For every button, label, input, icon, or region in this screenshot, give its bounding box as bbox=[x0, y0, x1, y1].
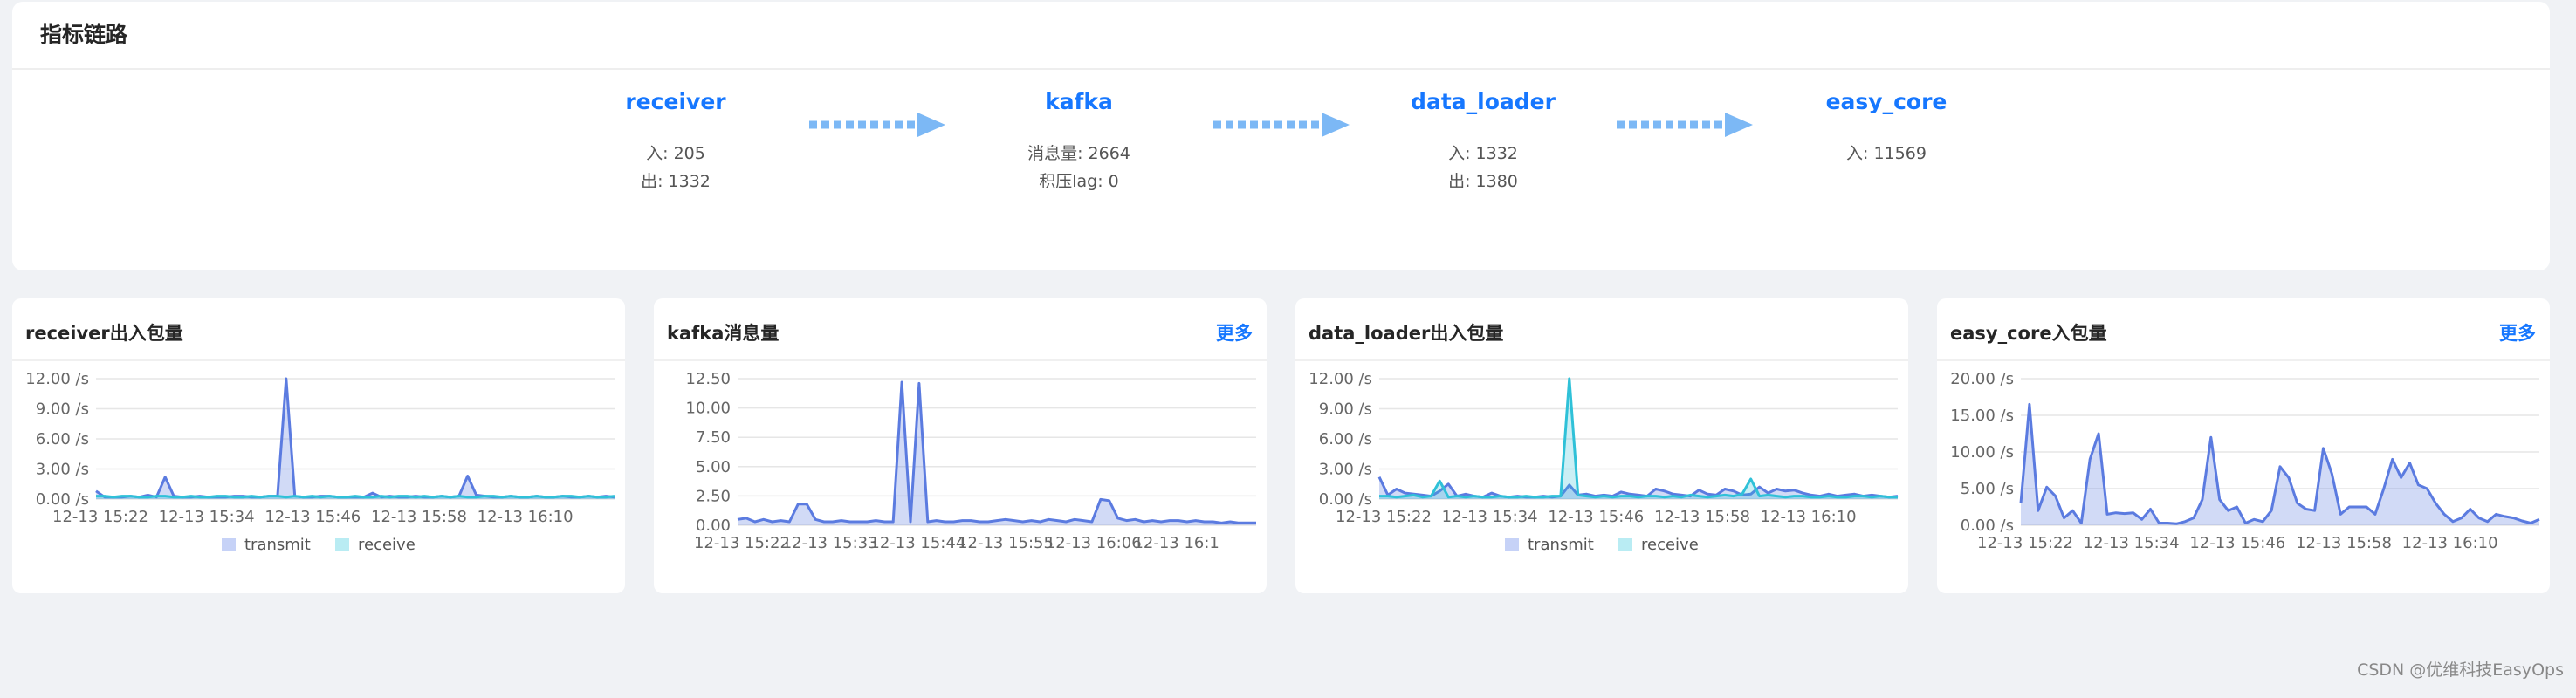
y-tick-label: 9.00 /s bbox=[1319, 400, 1372, 419]
chart-card-kafka: kafka消息量 更多 12.50 10.00 7.50 5.00 2.50 0.00 12… bbox=[654, 298, 1267, 593]
x-tick-label: 12-13 15:34 bbox=[159, 508, 255, 526]
x-tick-label: 12-13 15:44 bbox=[869, 534, 965, 552]
y-tick-label: 3.00 /s bbox=[1319, 461, 1372, 479]
node-data-loader: data_loader 入: 1332 出: 1380 bbox=[1343, 89, 1623, 195]
legend-label: receive bbox=[358, 536, 416, 554]
y-tick-label: 15.00 /s bbox=[1950, 407, 2014, 425]
y-tick-label: 12.00 /s bbox=[1309, 370, 1372, 388]
x-tick-label: 12-13 15:58 bbox=[371, 508, 467, 526]
x-tick-label: 12-13 16:10 bbox=[2402, 534, 2498, 552]
series-area bbox=[738, 382, 1256, 525]
card-title: receiver出入包量 bbox=[25, 323, 183, 344]
x-tick-label: 12-13 15:58 bbox=[1654, 508, 1750, 526]
y-tick-label: 0.00 /s bbox=[36, 490, 89, 509]
x-tick-label: 12-13 15:22 bbox=[1336, 508, 1432, 526]
card-divider bbox=[1295, 359, 1908, 361]
y-tick-label: 5.00 bbox=[696, 458, 731, 476]
node-easy-core: easy_core 入: 11569 bbox=[1747, 89, 2026, 168]
legend-swatch bbox=[1618, 538, 1632, 551]
x-tick-label: 12-13 15:46 bbox=[1548, 508, 1644, 526]
y-tick-label: 20.00 /s bbox=[1950, 370, 2014, 388]
card-title: easy_core入包量 bbox=[1950, 323, 2107, 344]
chart-receiver: 12.00 /s9.00 /s6.00 /s3.00 /s0.00 /s12-1… bbox=[25, 370, 615, 554]
y-tick-label: 0.00 /s bbox=[1961, 517, 2014, 535]
x-tick-label: 12-13 15:34 bbox=[1442, 508, 1538, 526]
legend-label: receive bbox=[1641, 536, 1699, 554]
legend-swatch bbox=[1505, 538, 1519, 551]
more-link[interactable]: 更多 bbox=[2499, 319, 2536, 346]
y-tick-label: 9.00 /s bbox=[36, 400, 89, 419]
y-tick-label: 5.00 /s bbox=[1961, 480, 2014, 498]
x-tick-label: 12-13 15:22 bbox=[694, 534, 790, 552]
legend-label: transmit bbox=[1528, 536, 1594, 554]
node-name-easy-core[interactable]: easy_core bbox=[1747, 89, 2026, 127]
y-tick-label: 12.00 /s bbox=[25, 370, 89, 388]
x-tick-label: 12-13 15:34 bbox=[2084, 534, 2180, 552]
node-easy-core-in: 入: 11569 bbox=[1846, 144, 1927, 163]
link-panel-title: 指标链路 bbox=[40, 22, 128, 47]
series-line bbox=[95, 377, 615, 499]
x-tick-label: 12-13 15:33 bbox=[782, 534, 878, 552]
x-tick-label: 12-13 15:58 bbox=[2296, 534, 2392, 552]
node-name-data-loader[interactable]: data_loader bbox=[1343, 89, 1623, 127]
x-tick-label: 12-13 15:22 bbox=[1977, 534, 2073, 552]
arrow-icon bbox=[809, 113, 945, 137]
arrow-icon bbox=[1617, 113, 1753, 137]
node-name-receiver[interactable]: receiver bbox=[536, 89, 815, 127]
chart-kafka: 12.5010.007.505.002.500.0012-13 15:2212-… bbox=[685, 370, 1256, 552]
card-title: kafka消息量 bbox=[667, 323, 780, 344]
x-tick-label: 12-13 15:46 bbox=[2189, 534, 2285, 552]
card-divider bbox=[1937, 359, 2550, 361]
legend-swatch bbox=[335, 538, 349, 551]
y-tick-label: 2.50 bbox=[696, 487, 731, 505]
series-line bbox=[96, 495, 615, 499]
y-tick-label: 7.50 bbox=[696, 428, 731, 447]
node-receiver: receiver 入: 205 出: 1332 bbox=[536, 89, 815, 195]
x-tick-label: 12-13 16:10 bbox=[1761, 508, 1857, 526]
node-data-loader-in: 入: 1332 bbox=[1448, 144, 1518, 163]
node-receiver-in: 入: 205 bbox=[646, 144, 705, 163]
node-receiver-out: 出: 1332 bbox=[641, 172, 711, 191]
x-tick-label: 12-13 15:55 bbox=[958, 534, 1054, 552]
chart-data-loader: 12.00 /s9.00 /s6.00 /s3.00 /s0.00 /s12-1… bbox=[1309, 370, 1899, 554]
chart-card-easy-core: easy_core入包量 更多 20.00 /s 15.00 /s 10.00 /s… bbox=[1937, 298, 2550, 593]
series-line bbox=[1379, 377, 1898, 499]
card-divider bbox=[12, 359, 625, 361]
x-tick-label: 12-13 15:22 bbox=[52, 508, 148, 526]
node-data-loader-out: 出: 1380 bbox=[1448, 172, 1518, 191]
y-tick-label: 3.00 /s bbox=[36, 461, 89, 479]
link-panel: 指标链路 receiver 入: 205 出: 1332 kafka 消息量: … bbox=[12, 2, 2550, 270]
chart-easy-core: 20.00 /s15.00 /s10.00 /s5.00 /s0.00 /s12… bbox=[1950, 370, 2540, 552]
card-title: data_loader出入包量 bbox=[1309, 323, 1504, 344]
x-tick-label: 12-13 16:06 bbox=[1046, 534, 1142, 552]
y-tick-label: 6.00 /s bbox=[1319, 430, 1372, 448]
y-tick-label: 12.50 bbox=[685, 370, 731, 388]
watermark: CSDN @优维科技EasyOps bbox=[2357, 660, 2564, 680]
node-kafka-lag: 积压lag: 0 bbox=[1039, 172, 1119, 191]
x-tick-label: 12-13 16:10 bbox=[477, 508, 574, 526]
link-panel-divider bbox=[12, 68, 2550, 70]
legend-swatch bbox=[222, 538, 236, 551]
series-line bbox=[737, 380, 1256, 524]
y-tick-label: 0.00 bbox=[696, 517, 731, 535]
y-tick-label: 10.00 bbox=[685, 400, 731, 418]
chart-card-data-loader: data_loader出入包量 12.00 /s 9.00 /s 6.00 /s 3.… bbox=[1295, 298, 1908, 593]
series-line bbox=[1377, 476, 1899, 499]
x-tick-label: 12-13 15:46 bbox=[264, 508, 361, 526]
legend-label: transmit bbox=[244, 536, 311, 554]
y-tick-label: 6.00 /s bbox=[36, 430, 89, 448]
y-tick-label: 0.00 /s bbox=[1319, 490, 1372, 509]
card-divider bbox=[654, 359, 1267, 361]
series-area bbox=[2021, 404, 2539, 525]
node-kafka-messages: 消息量: 2664 bbox=[1027, 144, 1130, 163]
node-kafka: kafka 消息量: 2664 积压lag: 0 bbox=[939, 89, 1219, 195]
chart-card-receiver: receiver出入包量 12.00 /s 9.00 /s 6.00 /s 3.00 … bbox=[12, 298, 625, 593]
x-tick-label: 12-13 16:1 bbox=[1133, 534, 1219, 552]
y-tick-label: 10.00 /s bbox=[1950, 443, 2014, 462]
arrow-icon bbox=[1213, 113, 1350, 137]
more-link[interactable]: 更多 bbox=[1216, 319, 1253, 346]
node-name-kafka[interactable]: kafka bbox=[939, 89, 1219, 127]
